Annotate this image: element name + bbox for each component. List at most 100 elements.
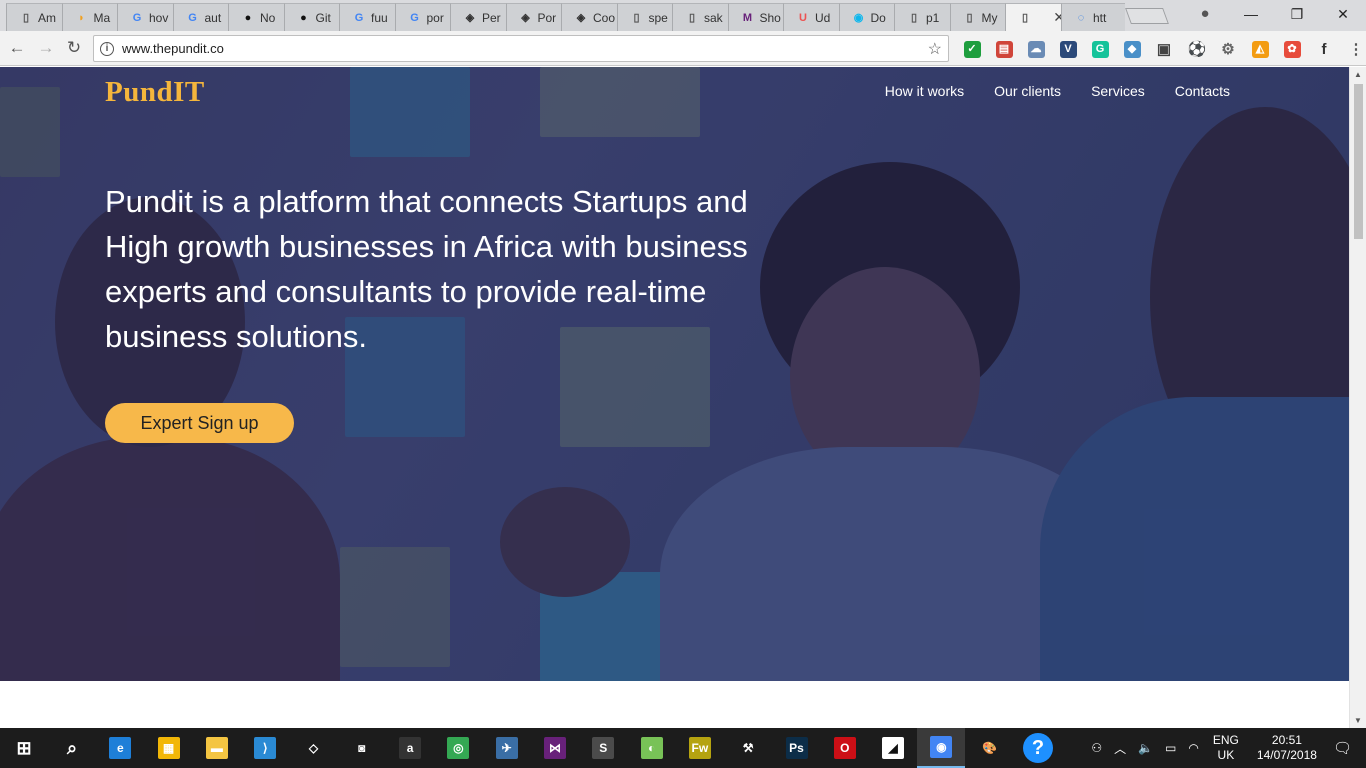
reload-icon[interactable]: ↻: [61, 35, 87, 61]
skype-icon[interactable]: ✈: [483, 728, 531, 768]
nav-our-clients[interactable]: Our clients: [994, 83, 1061, 99]
edge-icon[interactable]: e: [96, 728, 144, 768]
sublime-icon[interactable]: S: [579, 728, 627, 768]
tab-label: Am: [38, 10, 56, 25]
fireworks-icon[interactable]: Fw: [676, 728, 724, 768]
page-icon: ▯: [22, 12, 30, 24]
tab-label: fuu: [371, 10, 388, 25]
browser-tab[interactable]: M Sho: [727, 3, 792, 31]
help-icon[interactable]: ?: [1014, 728, 1062, 768]
minimize-icon[interactable]: —: [1228, 0, 1274, 28]
restore-icon[interactable]: ❐: [1274, 0, 1320, 28]
info-icon[interactable]: i: [100, 41, 114, 56]
tab-label: Coo: [593, 10, 616, 25]
url-text[interactable]: www.thepundit.co: [122, 41, 224, 56]
tab-label: No: [260, 10, 276, 25]
opera-icon[interactable]: O: [821, 728, 869, 768]
cloud-icon[interactable]: ☁: [1020, 37, 1052, 61]
forward-icon[interactable]: →: [33, 35, 59, 61]
store-icon[interactable]: ▦: [145, 728, 193, 768]
nav-services[interactable]: Services: [1091, 83, 1145, 99]
paint-icon[interactable]: 🎨: [966, 728, 1014, 768]
page-icon: ▯: [1021, 12, 1029, 24]
browser-tab[interactable]: ◈ Coo: [561, 3, 625, 31]
grammarly-icon[interactable]: G: [1084, 37, 1116, 61]
camera-icon[interactable]: ◙: [338, 728, 386, 768]
browser-tab[interactable]: U Ud: [783, 3, 847, 31]
vscode-icon[interactable]: ⟩: [241, 728, 289, 768]
wifi-icon[interactable]: ◠: [1188, 741, 1198, 755]
tab-label: por: [426, 10, 444, 25]
scroll-thumb[interactable]: [1354, 84, 1363, 239]
search-icon[interactable]: ⌕: [48, 728, 96, 768]
bus-icon[interactable]: ▣: [1148, 37, 1180, 61]
menu-icon[interactable]: ⋮: [1340, 37, 1366, 61]
browser-tab[interactable]: ◈ Por: [505, 3, 570, 31]
address-bar[interactable]: i www.thepundit.co ☆: [93, 35, 949, 62]
back-icon[interactable]: ←: [4, 35, 30, 61]
scroll-up-icon[interactable]: ▲: [1354, 70, 1362, 79]
color-wheel-icon[interactable]: ✿: [1276, 37, 1308, 61]
v-icon[interactable]: V: [1052, 37, 1084, 61]
browser-tab[interactable]: ◌ htt: [1061, 3, 1125, 31]
sticky-notes-icon[interactable]: ◢: [869, 728, 917, 768]
tripadvisor-icon[interactable]: ◎: [434, 728, 482, 768]
tab-label: Ud: [815, 10, 831, 25]
tab-label: Ma: [93, 10, 111, 25]
language-indicator[interactable]: ENG UK: [1213, 733, 1239, 763]
photoshop-icon[interactable]: Ps: [773, 728, 821, 768]
browser-tab[interactable]: ▯ sak: [672, 3, 736, 31]
close-window-icon[interactable]: ✕: [1320, 0, 1366, 28]
browser-tab[interactable]: ▯ Am: [6, 3, 70, 31]
tab-label: My: [981, 10, 998, 25]
android-studio-icon[interactable]: ◐: [628, 728, 676, 768]
bookmark-star-icon[interactable]: ☆: [928, 39, 942, 59]
tools-icon[interactable]: ⚒: [724, 728, 772, 768]
clock-date: 14/07/2018: [1256, 748, 1317, 762]
expert-signup-button[interactable]: Expert Sign up: [105, 403, 294, 443]
pad-icon[interactable]: ▤: [988, 37, 1020, 61]
browser-tab[interactable]: ◉ Do: [838, 3, 903, 31]
page-scrollbar[interactable]: ▲ ▼: [1349, 67, 1366, 728]
profile-icon[interactable]: ●: [1196, 5, 1214, 23]
browser-tab[interactable]: ▯ My: [949, 3, 1014, 31]
browser-tab[interactable]: ◈ Per: [450, 3, 514, 31]
gear-icon[interactable]: ⚙: [1212, 37, 1244, 61]
browser-tab[interactable]: Gaut: [172, 3, 237, 31]
tray-chevron-icon[interactable]: ︿: [1114, 740, 1126, 757]
browser-tab[interactable]: Gfuu: [339, 3, 403, 31]
browser-tab[interactable]: Ghov: [117, 3, 181, 31]
brave-icon[interactable]: ◭: [1244, 37, 1276, 61]
soccer-icon[interactable]: ⚽: [1180, 37, 1212, 61]
window-controls: — ❐ ✕: [1228, 0, 1366, 28]
browser-tab[interactable]: Gpor: [394, 3, 459, 31]
browser-tab[interactable]: ▯ spe: [616, 3, 681, 31]
google-icon: G: [410, 11, 419, 24]
dropbox-icon[interactable]: ◇: [290, 728, 338, 768]
pin-icon[interactable]: ◆: [1116, 37, 1148, 61]
browser-tab[interactable]: ◗ Ma: [61, 3, 126, 31]
scroll-down-icon[interactable]: ▼: [1354, 716, 1362, 725]
file-explorer-icon[interactable]: ▬: [193, 728, 241, 768]
nav-how-it-works[interactable]: How it works: [885, 83, 964, 99]
tab-label: htt: [1093, 10, 1107, 25]
battery-icon[interactable]: ▭: [1165, 741, 1176, 755]
site-logo[interactable]: PundIT: [105, 76, 205, 109]
chrome-icon[interactable]: ◉: [917, 728, 966, 768]
font-icon[interactable]: f: [1308, 37, 1340, 61]
codepen-icon: ◈: [465, 12, 475, 24]
browser-tab[interactable]: ● Git: [283, 3, 348, 31]
visualstudio-icon[interactable]: ⋈: [531, 728, 579, 768]
people-icon[interactable]: ⚇: [1091, 741, 1102, 755]
browser-tab[interactable]: ▯ p1: [894, 3, 958, 31]
clock[interactable]: 20:51 14/07/2018: [1257, 733, 1317, 763]
volume-icon[interactable]: 🔈: [1138, 741, 1153, 755]
check-icon[interactable]: ✓: [956, 37, 988, 61]
start-icon[interactable]: ⊞: [0, 728, 48, 768]
browser-tab[interactable]: ● No: [228, 3, 292, 31]
system-tray: ⚇ ︿ 🔈 ▭ ◠ ENG UK 20:51 14/07/2018 🗨: [1085, 728, 1366, 768]
notifications-icon[interactable]: 🗨: [1333, 739, 1352, 757]
amazon-icon[interactable]: a: [386, 728, 434, 768]
nav-contacts[interactable]: Contacts: [1175, 83, 1230, 99]
new-tab-button[interactable]: [1125, 8, 1169, 24]
